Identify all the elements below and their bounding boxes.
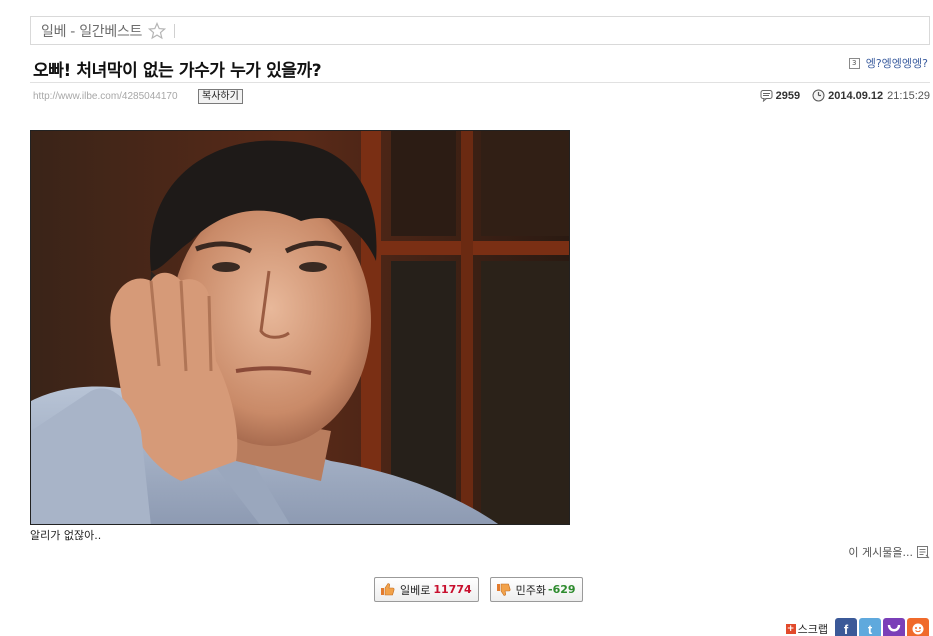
scrap-label: 스크랩: [797, 623, 828, 636]
document-icon[interactable]: [916, 545, 930, 559]
post-time: 21:15:29: [887, 89, 930, 102]
downvote-count: -629: [548, 583, 576, 596]
downvote-button[interactable]: 민주화 -629: [489, 577, 583, 602]
vote-buttons: 일베로 11774 민주화 -629: [374, 577, 583, 602]
post-url: http://www.ilbe.com/4285044170: [33, 91, 178, 102]
upvote-count: 11774: [433, 583, 472, 596]
post-options-label[interactable]: 이 게시물을...: [848, 544, 913, 560]
post-stats: 2959 2014.09.12 21:15:29: [760, 89, 930, 102]
copy-url-button[interactable]: 복사하기: [198, 89, 243, 104]
share-bar: + 스크랩 f t: [785, 618, 929, 636]
clock-icon: [812, 89, 825, 102]
author-nickname[interactable]: 엥?엥엥엥엥?: [866, 55, 928, 71]
post-options-link[interactable]: 이 게시물을...: [848, 544, 930, 560]
thumbs-down-icon: [496, 582, 511, 597]
post-meta: http://www.ilbe.com/4285044170 복사하기 2959…: [30, 88, 930, 106]
view-count: 2959: [775, 89, 801, 102]
user-level-icon: 3: [848, 57, 860, 69]
upvote-button[interactable]: 일베로 11774: [374, 577, 479, 602]
board-name[interactable]: 일베 - 일간베스트: [41, 21, 142, 41]
star-icon[interactable]: [148, 21, 167, 40]
post-image: [30, 130, 570, 525]
post-caption: 알리가 없잖아..: [30, 529, 102, 542]
post-date: 2014.09.12: [828, 89, 884, 102]
downvote-label: 민주화: [515, 583, 547, 597]
twitter-icon[interactable]: t: [859, 618, 881, 636]
post-title-row: 오빠! 처녀막이 없는 가수가 누가 있을까? 3 엥?엥엥엥엥?: [30, 55, 930, 83]
post-title: 오빠! 처녀막이 없는 가수가 누가 있을까?: [33, 61, 322, 81]
thumbs-up-icon: [380, 582, 395, 597]
header-divider: [174, 23, 176, 38]
scrap-button[interactable]: + 스크랩: [785, 621, 828, 636]
upvote-label: 일베로: [400, 583, 431, 597]
facebook-icon[interactable]: f: [835, 618, 857, 636]
yozm-icon[interactable]: [883, 618, 905, 636]
board-header: 일베 - 일간베스트: [30, 16, 930, 45]
views-icon: [760, 89, 773, 102]
scrap-icon: +: [785, 624, 796, 634]
me2day-icon[interactable]: [907, 618, 929, 636]
author[interactable]: 3 엥?엥엥엥엥?: [848, 55, 928, 71]
